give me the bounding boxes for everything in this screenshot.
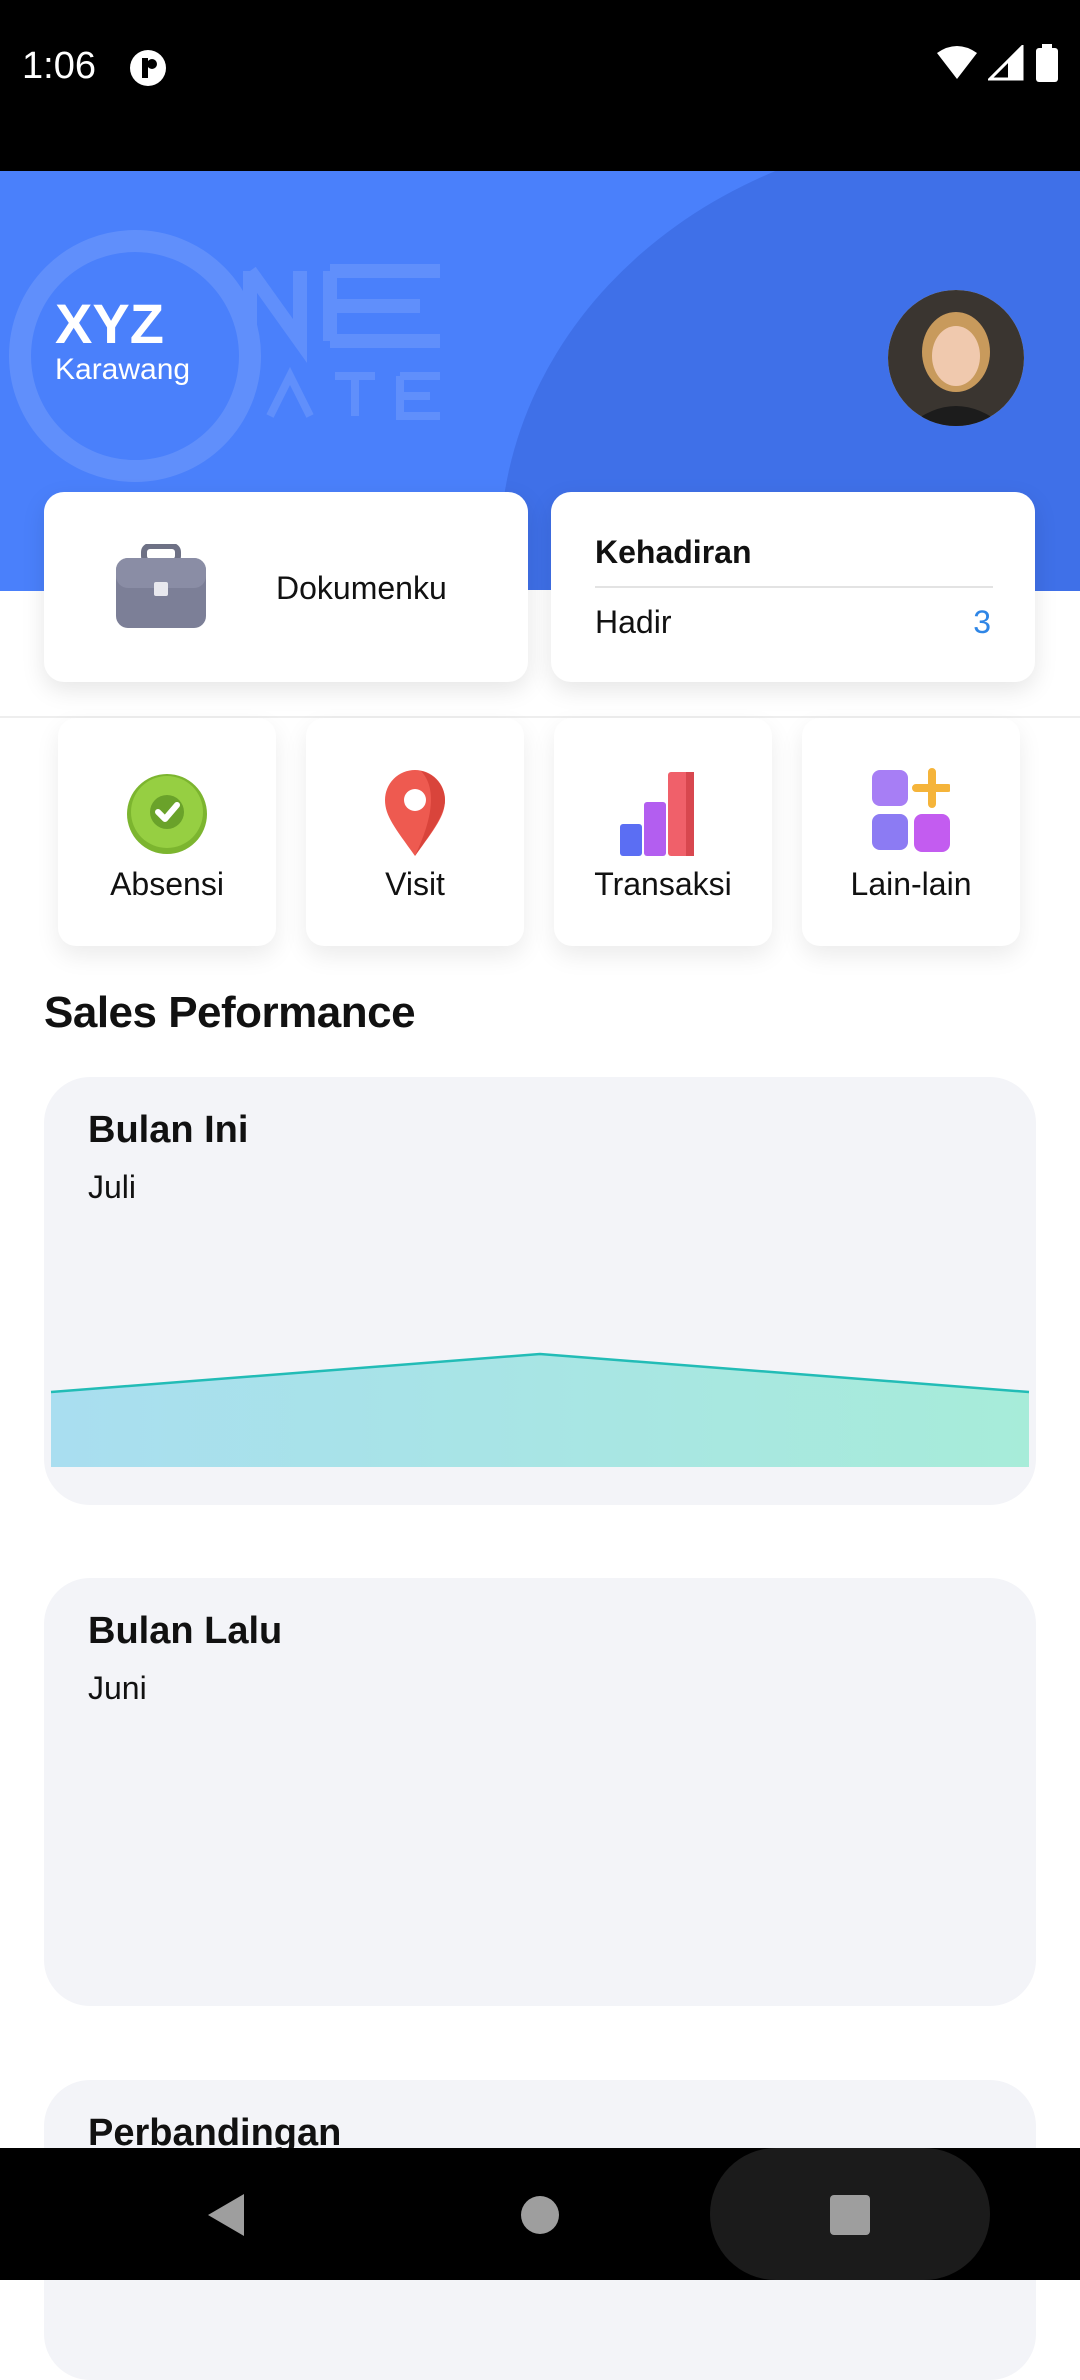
recents-icon[interactable] xyxy=(828,2193,872,2237)
home-icon[interactable] xyxy=(520,2195,560,2235)
menu-absensi[interactable]: Absensi xyxy=(58,718,276,946)
menu-transaksi[interactable]: Transaksi xyxy=(554,718,772,946)
this-month-subtitle: Juli xyxy=(88,1169,137,1205)
documents-label: Dokumenku xyxy=(276,570,447,606)
attendance-card[interactable]: Kehadiran Hadir 3 xyxy=(551,492,1035,682)
status-time: 1:06 xyxy=(22,45,96,87)
attendance-present-count: 3 xyxy=(973,604,991,640)
location-pin-icon xyxy=(385,770,445,856)
battery-icon xyxy=(1036,44,1058,82)
this-month-card[interactable]: Bulan Ini Juli xyxy=(44,1077,1036,1505)
status-bar: 1:06 xyxy=(0,0,1080,171)
user-location: Karawang xyxy=(55,353,191,386)
menu-transaksi-label: Transaksi xyxy=(594,866,732,902)
bar-chart-icon xyxy=(620,772,694,856)
menu-visit[interactable]: Visit xyxy=(306,718,524,946)
avatar-image xyxy=(888,290,1024,426)
sales-performance-title: Sales Peformance xyxy=(44,988,416,1037)
sales-area-chart xyxy=(50,1352,1030,1467)
documents-card[interactable]: Dokumenku xyxy=(44,492,528,682)
signal-icon xyxy=(985,43,1024,81)
last-month-title: Bulan Lalu xyxy=(88,1610,283,1652)
status-icons xyxy=(937,43,1058,82)
back-icon[interactable] xyxy=(204,2192,248,2238)
menu-lain-lain-label: Lain-lain xyxy=(850,866,972,902)
apps-plus-icon xyxy=(872,768,950,852)
menu-visit-label: Visit xyxy=(385,866,445,902)
chart-area-fill xyxy=(51,1354,1029,1467)
wifi-icon xyxy=(937,46,978,79)
last-month-card[interactable]: Bulan Lalu Juni xyxy=(44,1578,1036,2006)
avatar[interactable] xyxy=(888,290,1024,426)
menu-lain-lain[interactable]: Lain-lain xyxy=(802,718,1020,946)
attendance-title: Kehadiran xyxy=(595,534,752,570)
notification-icon xyxy=(130,50,166,86)
last-month-subtitle: Juni xyxy=(88,1670,147,1706)
menu-absensi-label: Absensi xyxy=(110,866,224,902)
briefcase-icon xyxy=(116,544,206,628)
user-name: XYZ xyxy=(55,292,164,355)
attendance-present-label: Hadir xyxy=(595,604,672,640)
check-circle-icon xyxy=(127,774,207,854)
this-month-title: Bulan Ini xyxy=(88,1109,249,1151)
navigation-bar xyxy=(0,2148,1080,2280)
attendance-divider xyxy=(595,586,993,588)
